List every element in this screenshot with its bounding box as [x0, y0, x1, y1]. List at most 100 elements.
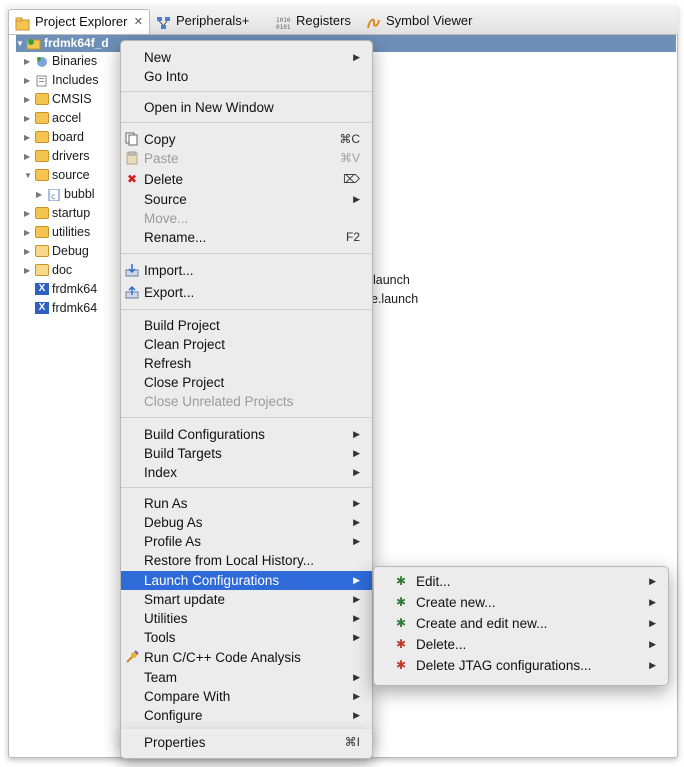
menu-item-label: New [144, 50, 172, 65]
expand-arrow-icon[interactable]: ▶ [36, 185, 46, 204]
tab-peripherals[interactable]: Peripherals+ [150, 9, 255, 34]
menu-item-copy[interactable]: Copy ⌘C [121, 130, 372, 149]
menu-item-close-unrelated-projects[interactable]: Close Unrelated Projects [121, 392, 372, 411]
launch-configurations-submenu: ✱ Edit... ▶ ✱ Create new... ▶ ✱ Create a… [373, 566, 669, 686]
menu-item-refresh[interactable]: Refresh [121, 354, 372, 373]
submenu-item-delete-jtag[interactable]: ✱ Delete JTAG configurations... ▶ [374, 656, 668, 675]
menu-item-properties[interactable]: Properties ⌘I [121, 733, 372, 752]
menu-item-clean-project[interactable]: Clean Project [121, 335, 372, 354]
submenu-arrow-icon: ▶ [353, 52, 360, 62]
tab-registers[interactable]: 1010 0101 Registers [270, 9, 357, 34]
expand-arrow-icon[interactable]: ▶ [24, 261, 34, 280]
menu-item-source[interactable]: Source ▶ [121, 190, 372, 209]
menu-item-rename[interactable]: Rename... F2 [121, 228, 372, 247]
submenu-arrow-icon: ▶ [353, 691, 360, 701]
menu-item-label: Move... [144, 211, 189, 226]
close-icon[interactable]: ✕ [134, 10, 143, 34]
import-icon [125, 263, 139, 277]
menu-item-new[interactable]: New ▶ [121, 48, 372, 67]
tab-symbol-viewer[interactable]: Symbol Viewer [360, 9, 478, 34]
expand-arrow-icon[interactable]: ▶ [24, 52, 34, 71]
submenu-arrow-icon: ▶ [353, 194, 360, 204]
menu-item-run-as[interactable]: Run As ▶ [121, 494, 372, 513]
menu-item-restore-local-history[interactable]: Restore from Local History... [121, 551, 372, 570]
submenu-arrow-icon: ▶ [353, 467, 360, 477]
expand-arrow-icon[interactable]: ▶ [24, 90, 34, 109]
menu-item-label: Tools [144, 630, 176, 645]
c-file-icon: c [47, 188, 61, 202]
menu-item-debug-as[interactable]: Debug As ▶ [121, 513, 372, 532]
folder-icon [35, 226, 49, 238]
menu-item-label: Build Configurations [144, 427, 265, 442]
folder-icon [35, 264, 49, 276]
expand-arrow-icon[interactable]: ▶ [24, 147, 34, 166]
submenu-arrow-icon: ▶ [353, 594, 360, 604]
menu-item-compare-with[interactable]: Compare With ▶ [121, 687, 372, 706]
menu-item-smart-update[interactable]: Smart update ▶ [121, 590, 372, 609]
menu-item-label: Paste [144, 151, 179, 166]
menu-item-label: Delete... [416, 637, 467, 652]
tab-label: Symbol Viewer [386, 13, 473, 28]
export-icon [125, 285, 139, 299]
submenu-arrow-icon: ▶ [353, 429, 360, 439]
menu-item-tools[interactable]: Tools ▶ [121, 628, 372, 647]
menu-separator [121, 91, 372, 92]
tab-label: Peripherals+ [176, 13, 250, 28]
submenu-item-edit[interactable]: ✱ Edit... ▶ [374, 572, 668, 591]
tree-item-label: Includes [52, 73, 99, 87]
expand-arrow-icon[interactable]: ▶ [24, 109, 34, 128]
expand-arrow-icon[interactable]: ▶ [24, 128, 34, 147]
menu-item-label: Clean Project [144, 337, 226, 352]
view-tab-bar: Project Explorer ✕ Peripherals+ 1010 0101… [8, 6, 678, 35]
menu-item-label: Configure [144, 708, 203, 723]
folder-icon [35, 169, 49, 181]
tree-item-label: Debug [52, 244, 89, 258]
copy-icon [125, 132, 139, 146]
menu-item-label: Refresh [144, 356, 192, 371]
menu-item-team[interactable]: Team ▶ [121, 668, 372, 687]
menu-item-run-code-analysis[interactable]: Run C/C++ Code Analysis [121, 648, 372, 667]
expand-arrow-icon[interactable]: ▶ [24, 242, 34, 261]
collapse-arrow-icon[interactable]: ▼ [24, 166, 34, 185]
tab-project-explorer[interactable]: Project Explorer ✕ [8, 9, 150, 34]
folder-icon [35, 150, 49, 162]
menu-item-utilities[interactable]: Utilities ▶ [121, 609, 372, 628]
submenu-arrow-icon: ▶ [353, 613, 360, 623]
submenu-arrow-icon: ▶ [353, 575, 360, 585]
tree-item-label: drivers [52, 149, 90, 163]
menu-item-index[interactable]: Index ▶ [121, 463, 372, 482]
menu-item-configure[interactable]: Configure ▶ [121, 706, 372, 725]
shortcut-label: ⌦ [343, 172, 360, 186]
shortcut-label: ⌘V [339, 151, 360, 165]
menu-item-close-project[interactable]: Close Project [121, 373, 372, 392]
menu-item-build-targets[interactable]: Build Targets ▶ [121, 444, 372, 463]
tree-root-label: frdmk64f_d [44, 36, 109, 50]
menu-item-open-in-new-window[interactable]: Open in New Window [121, 98, 372, 117]
menu-item-label: Close Unrelated Projects [144, 394, 294, 409]
expand-arrow-icon[interactable]: ▶ [24, 204, 34, 223]
launch-file-name-tail: e.launch [371, 292, 419, 306]
submenu-item-delete[interactable]: ✱ Delete... ▶ [374, 635, 668, 654]
menu-item-launch-configurations[interactable]: Launch Configurations ▶ [121, 571, 372, 590]
menu-separator [121, 487, 372, 488]
expand-arrow-icon[interactable]: ▶ [24, 223, 34, 242]
menu-item-label: Build Targets [144, 446, 222, 461]
delete-jtag-bug-icon: ✱ [395, 658, 407, 672]
menu-item-label: Index [144, 465, 178, 480]
submenu-item-create-and-edit[interactable]: ✱ Create and edit new... ▶ [374, 614, 668, 633]
submenu-item-create-new[interactable]: ✱ Create new... ▶ [374, 593, 668, 612]
expand-arrow-icon[interactable]: ▼ [16, 34, 26, 53]
menu-item-move[interactable]: Move... [121, 209, 372, 228]
menu-item-export[interactable]: Export... [121, 283, 372, 302]
menu-item-paste[interactable]: Paste ⌘V [121, 149, 372, 168]
menu-separator [121, 122, 372, 123]
menu-item-build-project[interactable]: Build Project [121, 316, 372, 335]
menu-item-profile-as[interactable]: Profile As ▶ [121, 532, 372, 551]
menu-item-build-configurations[interactable]: Build Configurations ▶ [121, 425, 372, 444]
delete-icon: ✖ [126, 172, 138, 186]
menu-item-delete[interactable]: ✖ Delete ⌦ [121, 170, 372, 189]
menu-item-label: Build Project [144, 318, 220, 333]
expand-arrow-icon[interactable]: ▶ [24, 71, 34, 90]
menu-item-go-into[interactable]: Go Into [121, 67, 372, 86]
menu-item-import[interactable]: Import... [121, 261, 372, 280]
